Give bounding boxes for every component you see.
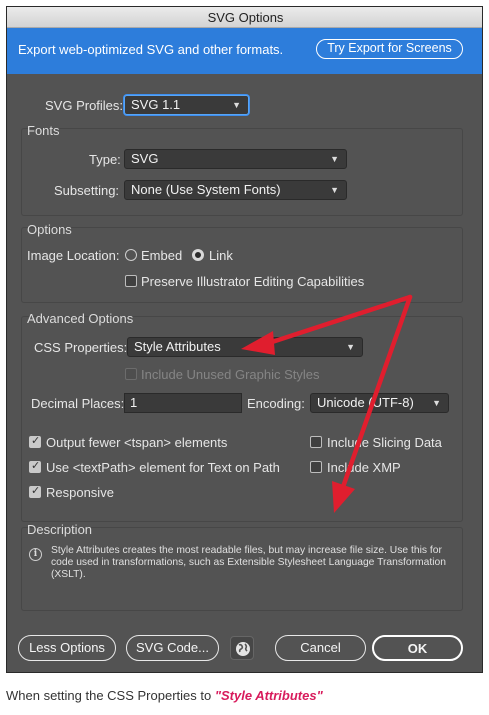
annotation-arrows bbox=[241, 294, 413, 513]
annotation-arrowhead bbox=[241, 331, 275, 355]
annotation-arrow-line bbox=[340, 294, 413, 490]
annotation-arrow-line bbox=[266, 294, 413, 346]
caption-highlight: "Style Attributes" bbox=[214, 688, 323, 703]
svg-options-dialog: SVG Options Export web-optimized SVG and… bbox=[6, 6, 483, 673]
caption-prefix: When setting the CSS Properties to bbox=[6, 688, 215, 703]
caption: When setting the CSS Properties to "Styl… bbox=[6, 688, 323, 703]
annotation-arrowhead bbox=[332, 481, 355, 513]
